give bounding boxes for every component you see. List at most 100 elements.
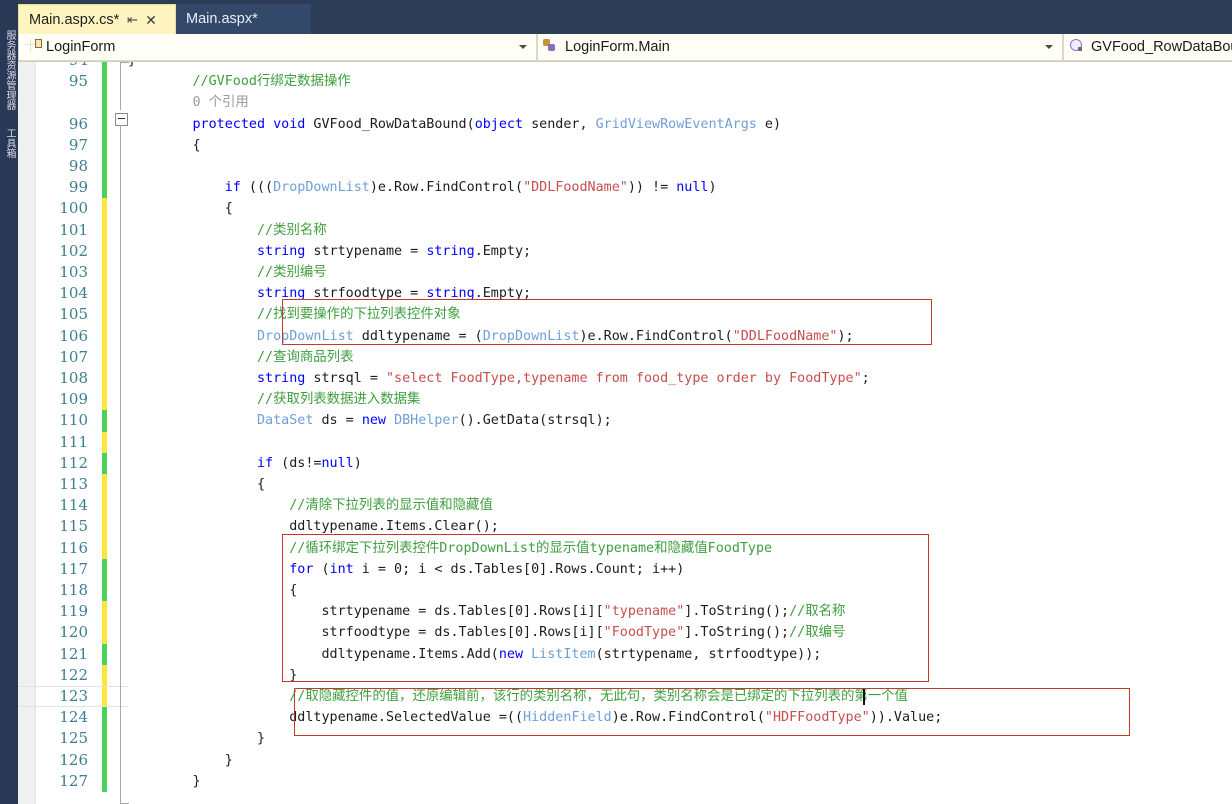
pin-icon[interactable]: ⇥ xyxy=(127,12,138,27)
code-line[interactable]: 101 //类别名称 xyxy=(18,219,1232,241)
code-text: //取隐藏控件的值，还原编辑前，该行的类别名称，无此句，类别名称会是已绑定的下拉… xyxy=(128,686,908,707)
code-token: new xyxy=(498,646,524,662)
code-line[interactable]: 121 ddltypename.Items.Add(new ListItem(s… xyxy=(18,643,1232,665)
code-text: string strsql = "select FoodType,typenam… xyxy=(128,368,870,389)
code-line[interactable]: 103 //类别编号 xyxy=(18,262,1232,284)
line-number: 108 xyxy=(59,369,88,387)
code-line[interactable]: 100 { xyxy=(18,198,1232,220)
change-bar xyxy=(102,686,107,708)
code-token: null xyxy=(676,180,709,196)
code-token: //GVFood行绑定数据操作 xyxy=(128,74,351,90)
code-line[interactable]: 114 //清除下拉列表的显示值和隐藏值 xyxy=(18,495,1232,517)
tab-main-aspx-cs[interactable]: Main.aspx.cs* ⇥ ✕ xyxy=(18,4,176,34)
code-text: { xyxy=(128,198,233,219)
code-text: if (ds!=null) xyxy=(128,453,362,474)
code-token: )e.Row.FindControl( xyxy=(579,328,733,344)
member-dropdown[interactable]: GVFood_RowDataBou xyxy=(1063,34,1232,61)
code-line[interactable]: 98 xyxy=(18,156,1232,178)
change-bar xyxy=(102,346,107,368)
code-line[interactable]: 116 //循环绑定下拉列表控件DropDownList的显示值typename… xyxy=(18,537,1232,559)
code-text: //GVFood行绑定数据操作 xyxy=(128,71,351,92)
change-bar xyxy=(102,474,107,496)
code-text: } xyxy=(128,771,201,792)
code-editor[interactable]: 94}95 //GVFood行绑定数据操作 0 个引用96 protected … xyxy=(18,62,1232,804)
code-token: strsql = xyxy=(305,371,386,386)
code-line[interactable]: 104 string strfoodtype = string.Empty; xyxy=(18,283,1232,305)
namespace-dropdown[interactable]: LoginForm.Main xyxy=(537,34,1063,61)
navigation-bar: LoginForm LoginForm.Main GVFood_RowDataB… xyxy=(18,34,1232,62)
code-token: //类别名称 xyxy=(128,222,327,238)
code-token: GVFood_RowDataBound( xyxy=(305,116,475,132)
code-line[interactable]: 127 } xyxy=(18,770,1232,792)
dock-item-toolbox[interactable]: 工具箱 xyxy=(0,128,18,158)
code-line[interactable]: 112 if (ds!=null) xyxy=(18,452,1232,474)
change-bar xyxy=(102,62,107,72)
code-line[interactable]: 95 //GVFood行绑定数据操作 xyxy=(18,71,1232,93)
code-text: ddltypename.Items.Clear(); xyxy=(128,516,499,537)
code-token: } xyxy=(128,773,201,789)
chevron-down-icon[interactable] xyxy=(1045,45,1053,49)
line-number: 94 xyxy=(36,62,88,71)
line-number: 98 xyxy=(68,157,88,175)
code-line[interactable]: 105 //找到要操作的下拉列表控件对象 xyxy=(18,304,1232,326)
code-line[interactable]: 115 ddltypename.Items.Clear(); xyxy=(18,516,1232,538)
class-dropdown[interactable]: LoginForm xyxy=(18,34,537,61)
code-line[interactable]: 126 } xyxy=(18,749,1232,771)
code-line[interactable]: 107 //查询商品列表 xyxy=(18,346,1232,368)
code-text: string strfoodtype = string.Empty; xyxy=(128,283,531,304)
change-bar xyxy=(102,770,107,792)
code-text: if (((DropDownList)e.Row.FindControl("DD… xyxy=(128,177,717,198)
code-line[interactable]: 123 //取隐藏控件的值，还原编辑前，该行的类别名称，无此句，类别名称会是已绑… xyxy=(18,686,1232,708)
code-token: strtypename = xyxy=(305,243,427,259)
change-bar xyxy=(102,431,107,453)
code-line[interactable]: 96 protected void GVFood_RowDataBound(ob… xyxy=(18,113,1232,135)
code-line[interactable]: 94} xyxy=(18,62,1232,72)
code-line[interactable]: 113 { xyxy=(18,474,1232,496)
code-line[interactable]: 118 { xyxy=(18,580,1232,602)
structure-guide-line xyxy=(120,125,121,804)
code-line[interactable]: 125 } xyxy=(18,728,1232,750)
line-number: 124 xyxy=(59,708,88,727)
chevron-down-icon[interactable] xyxy=(519,45,527,49)
close-icon[interactable]: ✕ xyxy=(145,13,157,27)
structure-guide-tick xyxy=(120,62,129,63)
code-line[interactable]: 99 if (((DropDownList)e.Row.FindControl(… xyxy=(18,177,1232,199)
code-token: "typename" xyxy=(603,604,685,620)
line-number: 112 xyxy=(59,453,88,472)
tab-main-aspx[interactable]: Main.aspx* xyxy=(176,4,311,34)
code-line[interactable]: 109 //获取列表数据进入数据集 xyxy=(18,389,1232,411)
code-line[interactable]: 97 { xyxy=(18,134,1232,156)
collapse-outlining-toggle[interactable] xyxy=(115,113,128,126)
code-line[interactable]: 106 DropDownList ddltypename = (DropDown… xyxy=(18,325,1232,347)
code-token: void xyxy=(273,116,306,132)
code-line[interactable]: 120 strfoodtype = ds.Tables[0].Rows[i]["… xyxy=(18,622,1232,644)
code-text: ddltypename.Items.Add(new ListItem(strty… xyxy=(128,644,821,665)
change-bar xyxy=(102,177,107,199)
code-line[interactable]: 119 strtypename = ds.Tables[0].Rows[i]["… xyxy=(18,601,1232,623)
code-text: strfoodtype = ds.Tables[0].Rows[i]["Food… xyxy=(128,622,845,643)
code-line[interactable]: 122 } xyxy=(18,664,1232,686)
change-bar xyxy=(102,283,107,305)
change-bar xyxy=(102,516,107,538)
code-token: .Empty; xyxy=(474,243,532,259)
code-line[interactable]: 111 xyxy=(18,431,1232,453)
code-token: protected xyxy=(192,116,266,132)
code-token: //取编号 xyxy=(789,625,846,641)
code-line[interactable]: 117 for (int i = 0; i < ds.Tables[0].Row… xyxy=(18,558,1232,580)
code-text: } xyxy=(128,62,136,71)
change-bar xyxy=(102,410,107,432)
code-line[interactable]: 110 DataSet ds = new DBHelper().GetData(… xyxy=(18,410,1232,432)
change-bar xyxy=(102,728,107,750)
code-line[interactable]: 0 个引用 xyxy=(18,92,1232,114)
dock-item-server-explorer[interactable]: 服务器资源管理器 xyxy=(0,30,18,110)
change-bar xyxy=(102,601,107,623)
line-number: 125 xyxy=(59,729,88,748)
code-line[interactable]: 124 ddltypename.SelectedValue =((HiddenF… xyxy=(18,707,1232,729)
code-token: { xyxy=(128,137,201,153)
code-line[interactable]: 102 string strtypename = string.Empty; xyxy=(18,240,1232,262)
code-line[interactable]: 108 string strsql = "select FoodType,typ… xyxy=(18,368,1232,390)
